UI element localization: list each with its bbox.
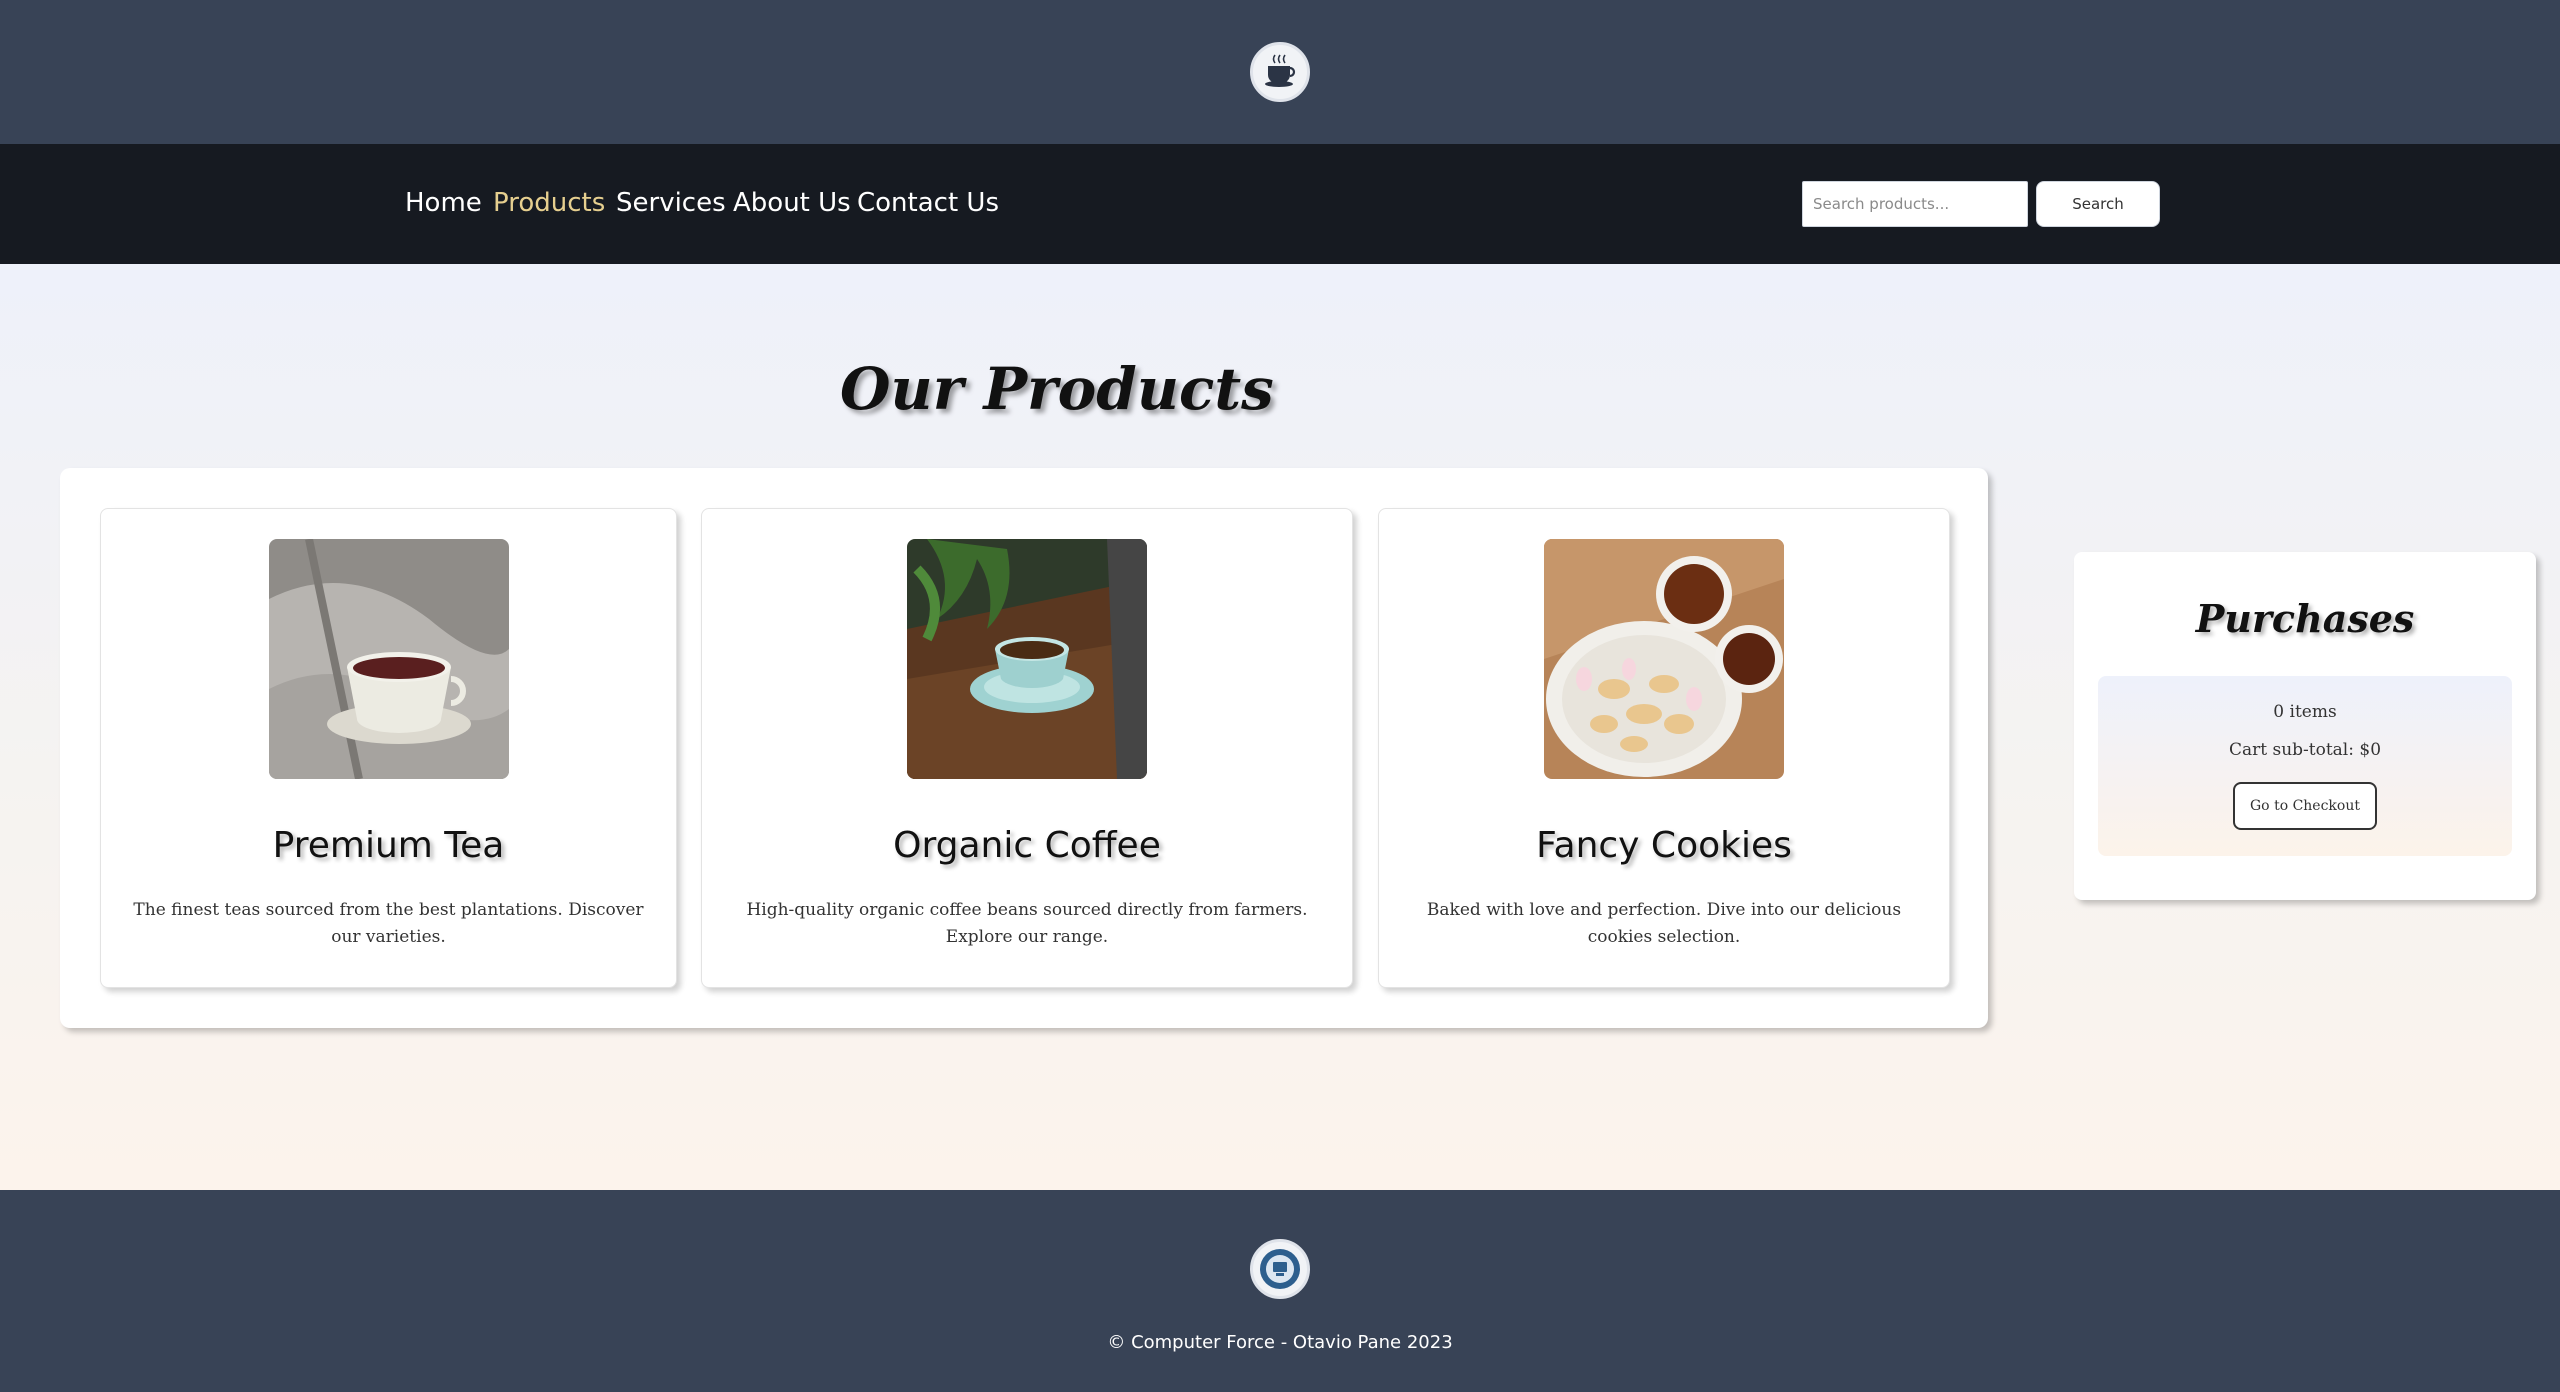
product-description: Baked with love and perfection. Dive int… [1426, 900, 1902, 947]
cart-subtotal: Cart sub-total: $0 [2228, 740, 2382, 760]
copyright-text: © Computer Force - Otavio Pane 2023 [1107, 1332, 1453, 1353]
coffee-cup-on-wooden-table-photo [907, 539, 1147, 779]
checkout-button[interactable]: Go to Checkout [2233, 782, 2377, 830]
purchases-title: Purchases [2195, 596, 2415, 641]
nav-link-contact-us[interactable]: Contact Us [857, 188, 999, 218]
product-description: High-quality organic coffee beans source… [746, 900, 1308, 947]
nav-link-about-us[interactable]: About Us [733, 188, 851, 218]
navbar [0, 144, 2560, 264]
product-card-organic-coffee[interactable]: Organic Coffee High-quality organic coff… [701, 508, 1353, 988]
product-name: Organic Coffee [893, 825, 1161, 866]
cart-summary: 0 items Cart sub-total: $0 Go to Checkou… [2098, 676, 2512, 856]
cookies-plate-with-tea-cups-photo [1544, 539, 1784, 779]
product-name: Fancy Cookies [1536, 825, 1792, 866]
nav-link-products[interactable]: Products [493, 188, 605, 218]
cart-item-count: 0 items [2273, 702, 2337, 722]
nav-link-services[interactable]: Services [616, 188, 726, 218]
product-name: Premium Tea [272, 825, 505, 866]
product-card-premium-tea[interactable]: Premium Tea The finest teas sourced from… [100, 508, 677, 988]
coffee-cup-logo-icon[interactable] [1250, 42, 1310, 102]
purchases-panel: Purchases 0 items Cart sub-total: $0 Go … [2074, 552, 2536, 900]
product-card-fancy-cookies[interactable]: Fancy Cookies Baked with love and perfec… [1378, 508, 1950, 988]
product-description: The finest teas sourced from the best pl… [133, 900, 644, 947]
page-title: Our Products [840, 355, 1274, 423]
search-input[interactable] [1802, 181, 2028, 227]
nav-link-home[interactable]: Home [405, 188, 482, 218]
search-button[interactable]: Search [2036, 181, 2160, 227]
computer-force-emblem-icon[interactable] [1250, 1239, 1310, 1299]
tea-cup-on-blanket-photo [268, 539, 509, 779]
